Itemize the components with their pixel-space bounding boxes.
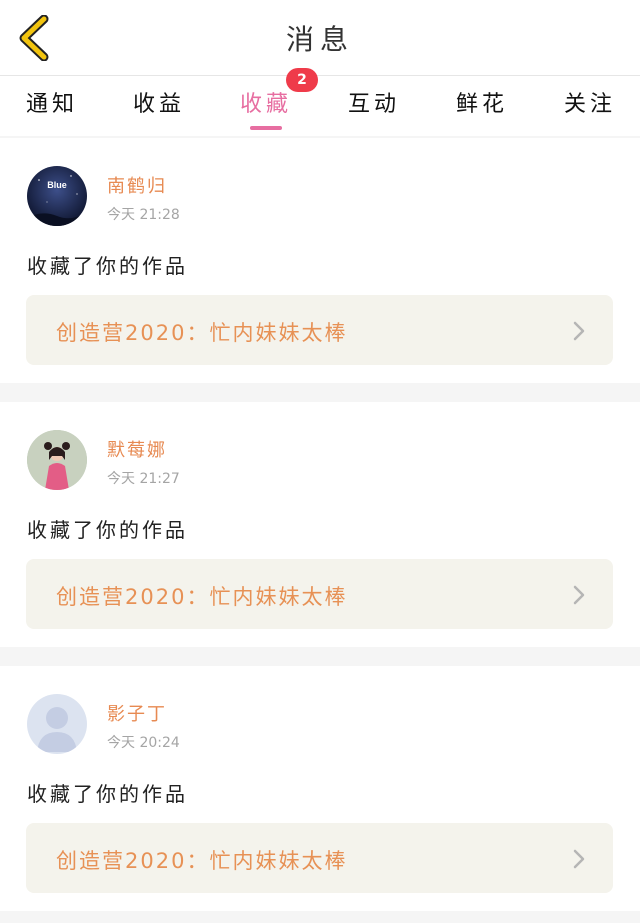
avatar-image: Blue <box>27 166 87 226</box>
action-text: 收藏了你的作品 <box>27 254 188 278</box>
timestamp: 今天 20:24 <box>107 735 180 751</box>
action-text: 收藏了你的作品 <box>27 518 188 542</box>
tab-bar: 通知 收益 收藏 互动 鲜花 关注 <box>0 76 640 136</box>
tab-flowers[interactable]: 鲜花 <box>437 86 527 130</box>
chevron-right-icon <box>573 849 585 869</box>
timestamp: 今天 21:28 <box>107 207 180 223</box>
avatar-image <box>27 430 87 490</box>
page-title: 消息 <box>285 23 354 56</box>
work-title: 创造营2020：忙内妹妹太棒 <box>56 849 348 873</box>
tab-follows[interactable]: 关注 <box>545 86 635 130</box>
tab-favorites[interactable]: 收藏 <box>221 86 311 130</box>
message-card: 默莓娜 今天 21:27 收藏了你的作品 创造营2020：忙内妹妹太棒 <box>0 402 640 647</box>
chevron-right-icon <box>573 585 585 605</box>
username[interactable]: 影子丁 <box>107 700 167 726</box>
default-avatar-icon <box>27 694 87 754</box>
work-link[interactable]: 创造营2020：忙内妹妹太棒 <box>26 295 613 365</box>
work-link[interactable]: 创造营2020：忙内妹妹太棒 <box>26 559 613 629</box>
avatar[interactable] <box>27 694 87 754</box>
top-bar: 消息 <box>0 0 640 76</box>
message-card: 影子丁 今天 20:24 收藏了你的作品 创造营2020：忙内妹妹太棒 <box>0 666 640 911</box>
tab-interactions[interactable]: 互动 <box>329 86 419 130</box>
username[interactable]: 默莓娜 <box>107 436 167 462</box>
tab-earnings[interactable]: 收益 <box>114 86 204 130</box>
avatar[interactable] <box>27 430 87 490</box>
work-title: 创造营2020：忙内妹妹太棒 <box>56 585 348 609</box>
work-title: 创造营2020：忙内妹妹太棒 <box>56 321 348 345</box>
username[interactable]: 南鹤归 <box>107 172 167 198</box>
timestamp: 今天 21:27 <box>107 471 180 487</box>
avatar[interactable]: Blue <box>27 166 87 226</box>
chevron-right-icon <box>573 321 585 341</box>
favorites-count-badge: 2 <box>286 68 318 92</box>
tab-notifications[interactable]: 通知 <box>7 86 97 130</box>
action-text: 收藏了你的作品 <box>27 782 188 806</box>
active-tab-indicator <box>250 126 282 130</box>
work-link[interactable]: 创造营2020：忙内妹妹太棒 <box>26 823 613 893</box>
avatar-text: Blue <box>47 180 67 190</box>
message-card: Blue 南鹤归 今天 21:28 收藏了你的作品 创造营2020：忙内妹妹太棒 <box>0 138 640 383</box>
